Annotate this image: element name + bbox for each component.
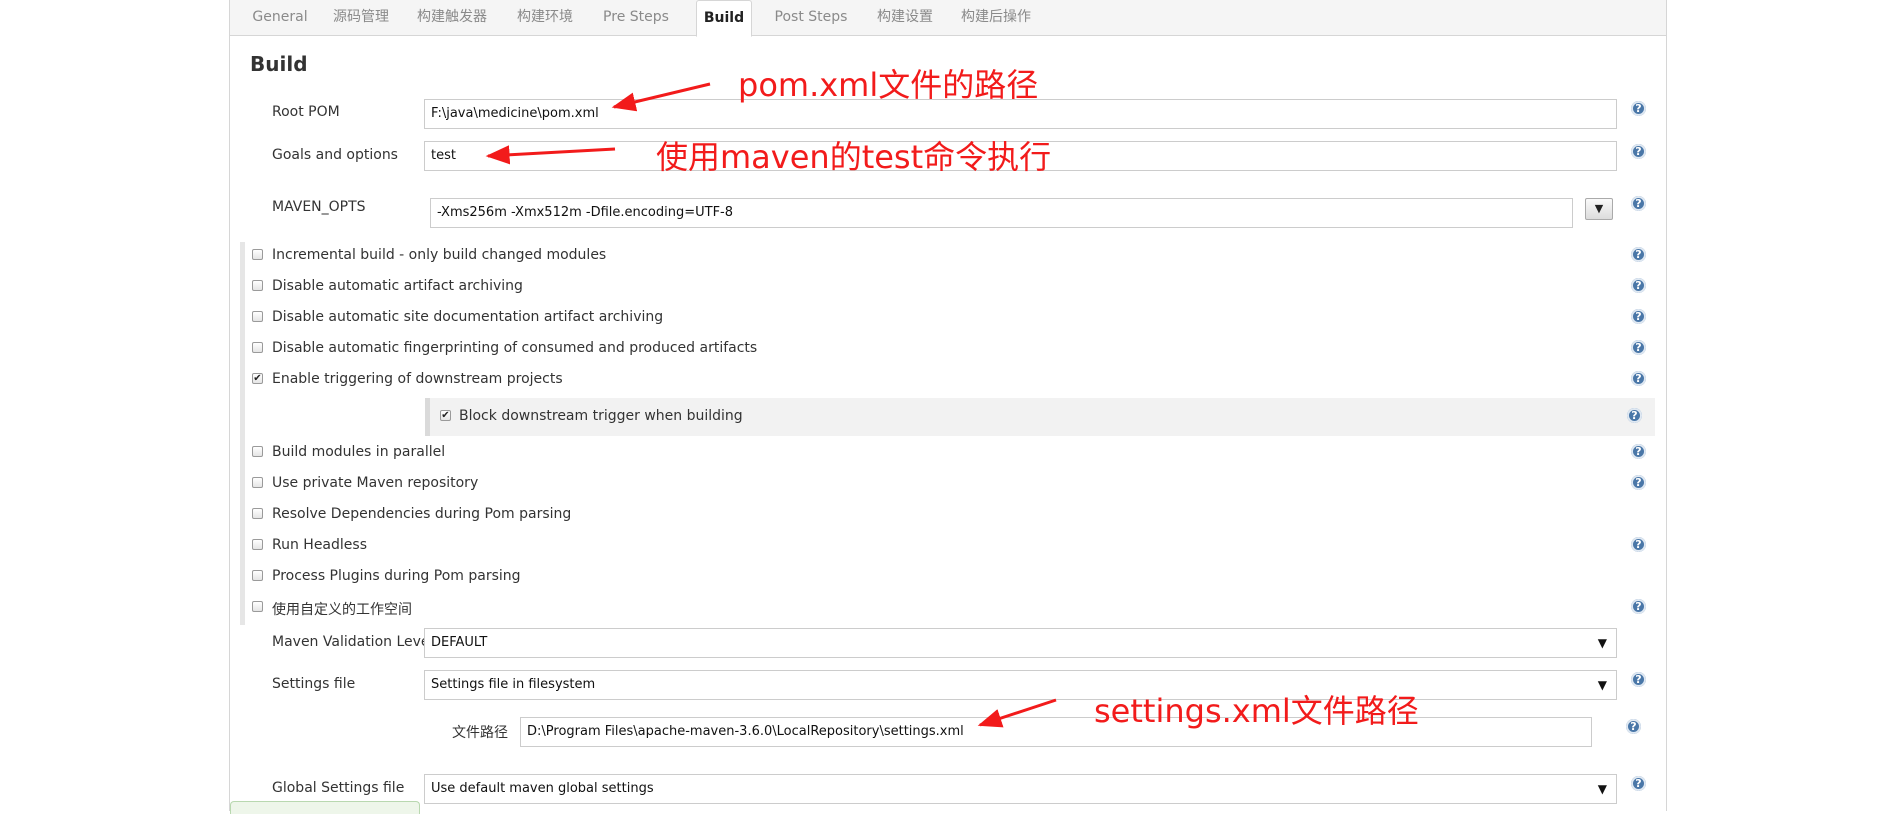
annotation-arrows bbox=[485, 82, 1057, 728]
test-annotation-text: 使用maven的test命令执行 bbox=[656, 138, 1052, 176]
settings-annotation-arrow bbox=[977, 698, 1057, 728]
settings-annotation-text: settings.xml文件路径 bbox=[1094, 692, 1419, 730]
test-annotation-arrow bbox=[485, 145, 616, 165]
pom-annotation-arrow bbox=[611, 82, 711, 112]
pom-annotation-text: pom.xml文件的路径 bbox=[738, 66, 1039, 104]
